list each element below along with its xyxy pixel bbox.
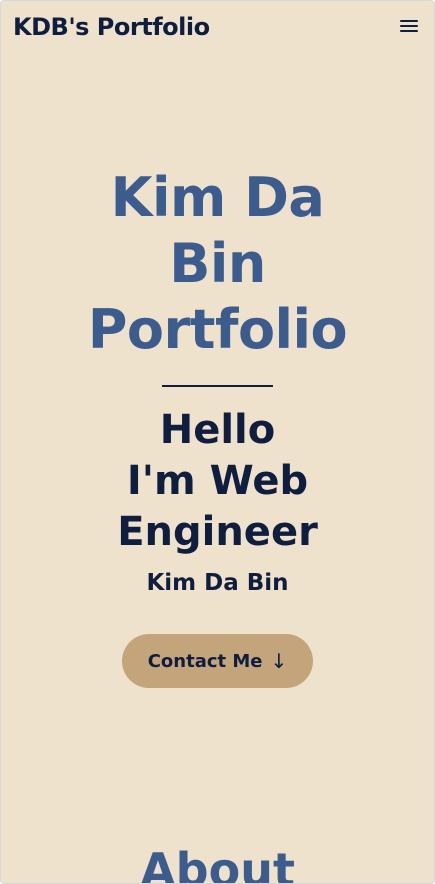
- hero-title: Kim Da Bin Portfolio: [1, 165, 434, 363]
- hero-subtitle: Hello I'm Web Engineer: [1, 405, 434, 558]
- hero-subtitle-line: Engineer: [117, 509, 318, 555]
- hero-divider: [162, 385, 273, 387]
- page: KDB's Portfolio Kim Da Bin Portfolio Hel…: [0, 0, 435, 884]
- menu-line: [400, 20, 418, 22]
- menu-line: [400, 25, 418, 27]
- hero-title-line: Portfolio: [87, 298, 348, 361]
- hero-name: Kim Da Bin: [146, 570, 289, 596]
- contact-me-label: Contact Me: [147, 650, 263, 672]
- hero-subtitle-line: Hello: [159, 407, 276, 453]
- hamburger-menu-icon[interactable]: [400, 19, 418, 33]
- about-section-heading: About: [140, 843, 295, 884]
- arrow-down-icon: ↓: [270, 649, 288, 673]
- hero-title-line: Kim Da: [110, 166, 325, 229]
- site-brand[interactable]: KDB's Portfolio: [13, 13, 210, 41]
- menu-line: [400, 30, 418, 32]
- contact-me-button[interactable]: Contact Me ↓: [122, 634, 313, 688]
- hero-title-line: Bin: [169, 232, 266, 295]
- hero-subtitle-line: I'm Web: [126, 458, 309, 504]
